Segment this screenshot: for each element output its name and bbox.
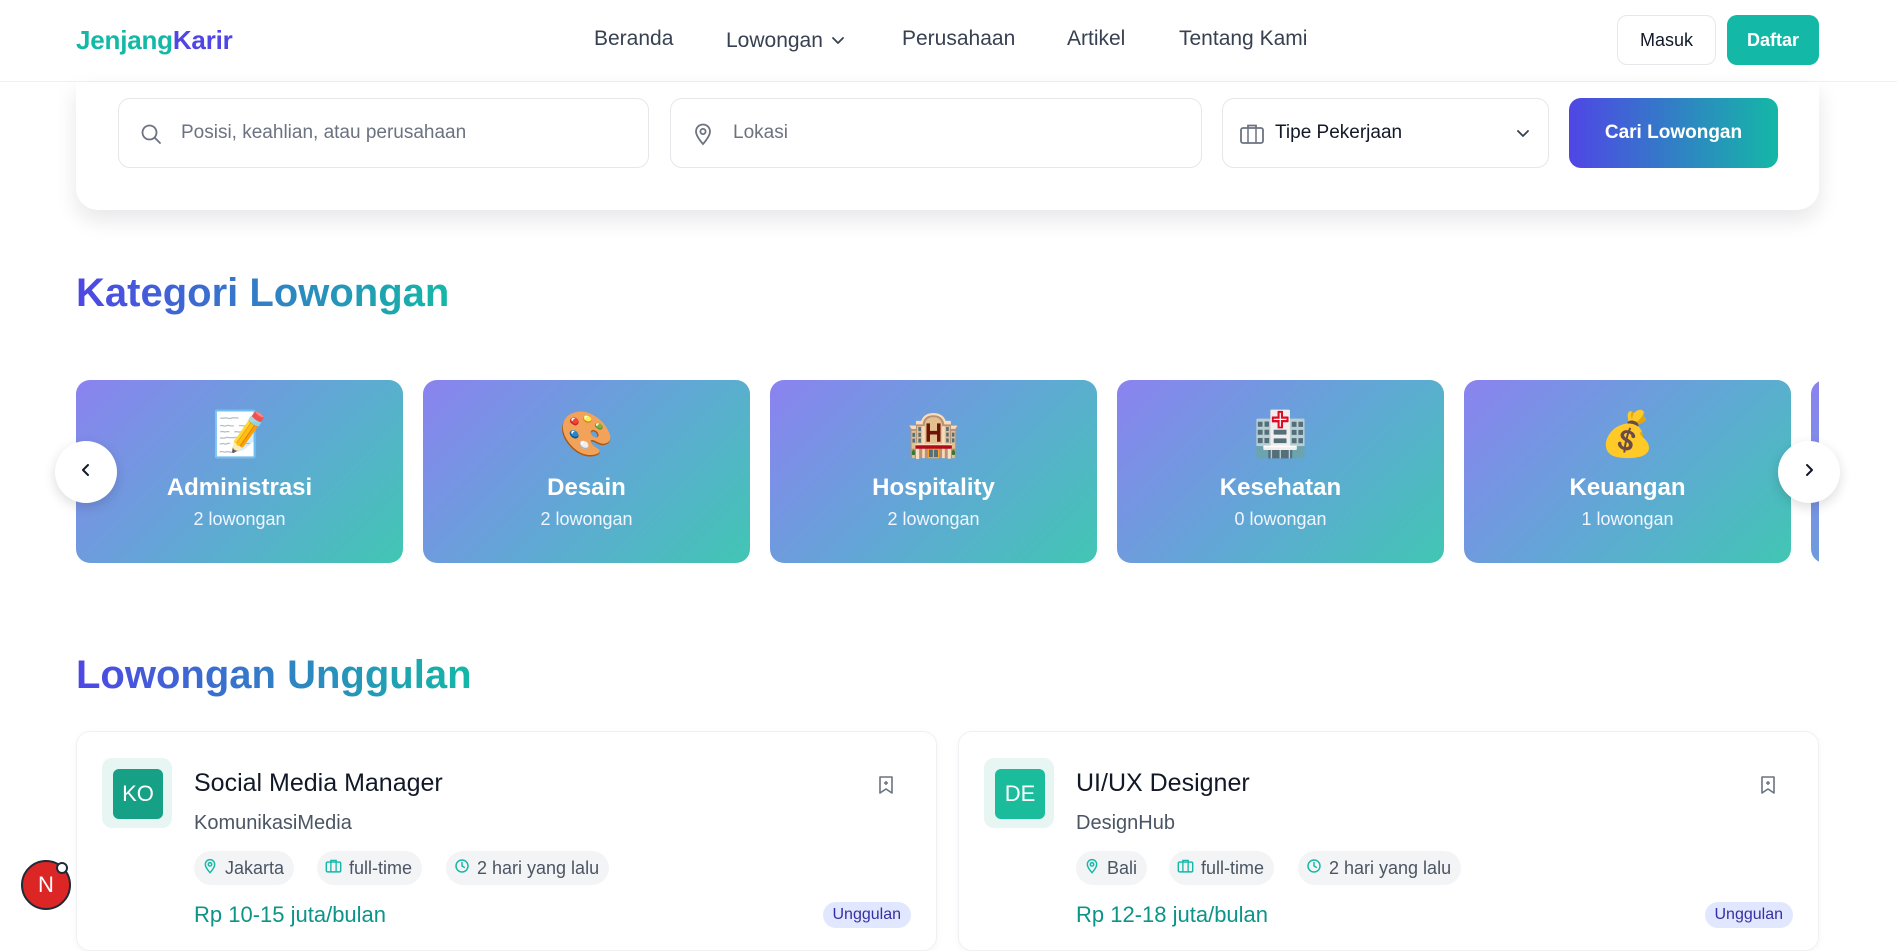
nav-lowongan-label: Lowongan [726, 29, 823, 52]
carousel-prev-button[interactable] [55, 441, 117, 503]
location-input[interactable]: Lokasi [670, 98, 1202, 168]
brand-name-part2: Karir [172, 25, 233, 55]
category-card-hospitality[interactable]: 🏨 Hospitality 2 lowongan [770, 380, 1097, 563]
job-type-text: full-time [349, 857, 413, 878]
company-initials: DE [995, 769, 1045, 819]
register-button[interactable]: Daftar [1727, 15, 1819, 65]
map-pin-icon [1084, 858, 1107, 879]
posted-time-text: 2 hari yang lalu [477, 857, 600, 878]
job-type-chip: full-time [317, 851, 423, 885]
location-chip: Jakarta [194, 851, 295, 885]
job-type-selected: Tipe Pekerjaan [1275, 122, 1403, 143]
job-title[interactable]: UI/UX Designer [1076, 769, 1250, 798]
category-count: 2 lowongan [193, 509, 286, 529]
carousel-next-button[interactable] [1778, 441, 1840, 503]
posted-time-text: 2 hari yang lalu [1329, 857, 1452, 878]
money-bag-icon: 💰 [1600, 410, 1655, 459]
category-name: Hospitality [872, 474, 995, 501]
posted-time-chip: 2 hari yang lalu [1298, 851, 1462, 885]
posted-time-chip: 2 hari yang lalu [446, 851, 610, 885]
category-name: Keuangan [1569, 474, 1686, 501]
nav-perusahaan[interactable]: Perusahaan [902, 27, 1015, 51]
featured-title-part2: Unggulan [287, 653, 472, 697]
briefcase-icon [1177, 858, 1201, 879]
categories-title-part1: Kategori [76, 271, 239, 315]
category-carousel: 📝 Administrasi 2 lowongan 🎨 Desain 2 low… [76, 380, 1819, 563]
briefcase-icon [325, 858, 349, 879]
featured-title-part1: Lowongan [76, 653, 276, 697]
chevron-down-icon [1516, 125, 1530, 143]
company-name: KomunikasiMedia [194, 812, 352, 834]
nav-artikel[interactable]: Artikel [1067, 27, 1125, 51]
search-card: Posisi, keahlian, atau perusahaan Lokasi… [76, 82, 1819, 210]
category-name: Kesehatan [1219, 474, 1342, 501]
hospital-icon: 🏥 [1253, 410, 1308, 459]
location-chip: Bali [1076, 851, 1148, 885]
category-name: Desain [547, 474, 626, 501]
category-card-kesehatan[interactable]: 🏥 Kesehatan 0 lowongan [1117, 380, 1444, 563]
map-pin-icon [691, 122, 715, 151]
job-card[interactable]: KO Social Media Manager KomunikasiMedia … [76, 731, 937, 951]
salary-text: Rp 12-18 juta/bulan [1076, 902, 1269, 927]
palette-icon: 🎨 [559, 410, 614, 459]
search-icon [139, 122, 163, 151]
featured-badge: Unggulan [822, 902, 911, 928]
keyword-search-input[interactable]: Posisi, keahlian, atau perusahaan [118, 98, 649, 168]
clock-icon [1306, 858, 1329, 879]
chevron-right-icon [1803, 462, 1815, 483]
categories-title-part2: Lowongan [249, 271, 450, 315]
featured-jobs-title: Lowongan Unggulan [76, 653, 472, 698]
bookmark-icon[interactable] [878, 775, 894, 800]
location-text: Jakarta [225, 857, 285, 878]
job-type-select[interactable]: Tipe Pekerjaan [1222, 98, 1549, 168]
company-logo: DE [984, 758, 1054, 828]
search-jobs-button[interactable]: Cari Lowongan [1569, 98, 1778, 168]
categories-title: Kategori Lowongan [76, 271, 449, 316]
company-name: DesignHub [1076, 812, 1175, 834]
job-type-chip: full-time [1169, 851, 1275, 885]
category-count: 0 lowongan [1234, 509, 1327, 529]
login-button[interactable]: Masuk [1617, 15, 1716, 65]
nav-tentang-kami[interactable]: Tentang Kami [1179, 27, 1307, 51]
featured-badge: Unggulan [1704, 902, 1793, 928]
job-card[interactable]: DE UI/UX Designer DesignHub Bali full-ti… [958, 731, 1819, 951]
chevron-left-icon [80, 462, 92, 483]
keyword-placeholder: Posisi, keahlian, atau perusahaan [181, 122, 467, 143]
map-pin-icon [202, 858, 225, 879]
category-card-keuangan[interactable]: 💰 Keuangan 1 lowongan [1464, 380, 1791, 563]
location-text: Bali [1107, 857, 1138, 878]
company-logo: KO [102, 758, 172, 828]
brand-name-part1: Jenjang [76, 25, 173, 55]
chevron-down-icon [831, 27, 845, 51]
brand-logo[interactable]: JenjangKarir [76, 25, 233, 56]
category-card-desain[interactable]: 🎨 Desain 2 lowongan [423, 380, 750, 563]
job-type-text: full-time [1201, 857, 1265, 878]
hotel-icon: 🏨 [906, 410, 961, 459]
category-name: Administrasi [166, 474, 313, 501]
category-count: 2 lowongan [540, 509, 633, 529]
job-title[interactable]: Social Media Manager [194, 769, 443, 798]
category-count: 1 lowongan [1581, 509, 1674, 529]
memo-icon: 📝 [212, 410, 267, 459]
location-placeholder: Lokasi [733, 122, 788, 143]
site-header: JenjangKarir Beranda Lowongan Perusahaan… [0, 0, 1897, 82]
nav-beranda[interactable]: Beranda [594, 27, 673, 51]
nav-lowongan[interactable]: Lowongan [726, 27, 845, 53]
dev-indicator-dot [56, 862, 68, 874]
salary-text: Rp 10-15 juta/bulan [194, 902, 387, 927]
category-card-administrasi[interactable]: 📝 Administrasi 2 lowongan [76, 380, 403, 563]
category-count: 2 lowongan [887, 509, 980, 529]
company-initials: KO [113, 769, 163, 819]
briefcase-icon [1239, 122, 1265, 151]
clock-icon [454, 858, 477, 879]
bookmark-icon[interactable] [1760, 775, 1776, 800]
